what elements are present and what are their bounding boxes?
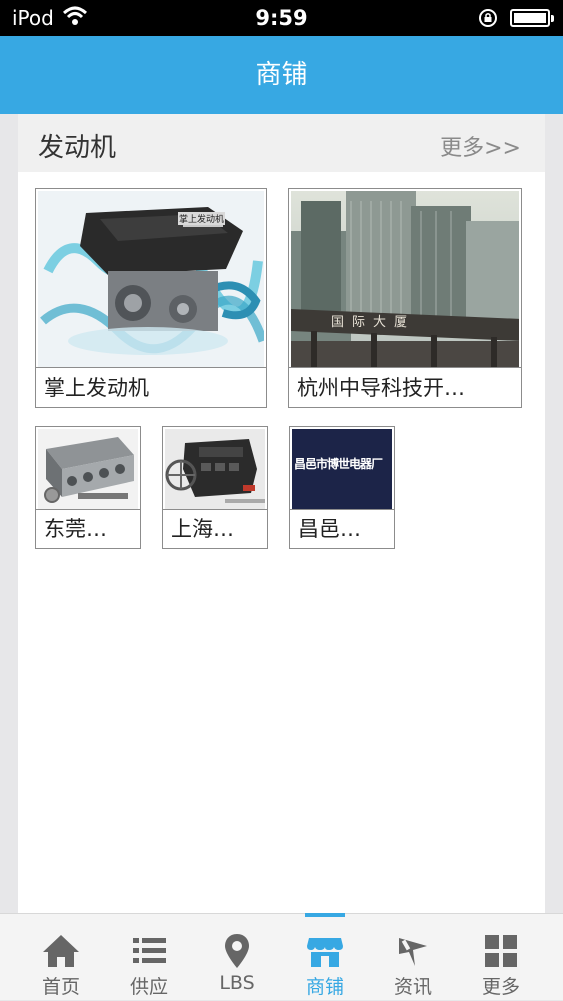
active-tab-indicator xyxy=(305,913,345,917)
page-title: 商铺 xyxy=(255,60,308,90)
grid-icon xyxy=(485,935,517,967)
battery-icon xyxy=(510,9,554,27)
nav-bar: 商铺 xyxy=(0,36,563,114)
home-icon xyxy=(43,935,79,967)
diesel-engine-photo xyxy=(165,429,265,509)
news-icon xyxy=(399,938,427,966)
shop-card[interactable]: 国际大厦 杭州中导科技开… xyxy=(288,188,522,408)
shop-name: 杭州中导科技开… xyxy=(297,376,465,400)
tab-label: 首页 xyxy=(41,976,80,998)
status-bar: iPod 9:59 xyxy=(0,0,563,36)
shop-card[interactable]: 上海… xyxy=(162,426,268,549)
tab-shops[interactable]: 商铺 xyxy=(281,913,369,1001)
shop-icon xyxy=(307,938,343,967)
tab-home[interactable]: 首页 xyxy=(17,914,105,1001)
tab-lbs[interactable]: LBS xyxy=(193,914,281,1001)
shop-card[interactable]: 掌上发动机 掌上发动机 xyxy=(35,188,267,408)
tab-label: 资讯 xyxy=(393,976,432,998)
rotation-lock-icon xyxy=(479,9,497,27)
card-divider xyxy=(36,367,266,368)
shop-name: 上海… xyxy=(171,517,234,541)
tab-more[interactable]: 更多 xyxy=(457,914,545,1001)
tab-label: LBS xyxy=(219,972,255,994)
engine-block-photo xyxy=(38,429,138,509)
location-pin-icon xyxy=(225,934,249,968)
tab-label: 商铺 xyxy=(305,976,344,998)
shop-card[interactable]: 昌邑市博世电器厂 昌邑… xyxy=(289,426,395,549)
content-panel: 发动机 更多>> 掌上发动机 掌上发动机 国际大厦 杭州中导科技开… 东莞… 上… xyxy=(18,114,545,913)
tab-news[interactable]: 资讯 xyxy=(369,914,457,1001)
tab-label: 供应 xyxy=(129,976,168,998)
building-photo: 国际大厦 xyxy=(291,191,519,367)
engine-photo: 掌上发动机 xyxy=(38,191,264,367)
shop-sign: 昌邑市博世电器厂 xyxy=(292,429,392,509)
tab-bar: 首页 供应 LBS 商铺 资讯 更多 xyxy=(0,913,563,1000)
card-divider xyxy=(289,367,521,368)
tab-label: 更多 xyxy=(481,976,520,998)
list-icon xyxy=(133,938,166,963)
section-header: 发动机 更多>> xyxy=(18,114,545,172)
section-title: 发动机 xyxy=(38,133,117,163)
shop-sign-text: 昌邑市博世电器厂 xyxy=(294,457,383,471)
shop-card[interactable]: 东莞… xyxy=(35,426,141,549)
shop-name: 昌邑… xyxy=(298,517,361,541)
engine-photo-caption: 掌上发动机 xyxy=(178,212,226,225)
tab-supply[interactable]: 供应 xyxy=(105,914,193,1001)
shop-name: 东莞… xyxy=(44,517,107,541)
building-sign-text: 国际大厦 xyxy=(331,315,416,330)
more-link[interactable]: 更多>> xyxy=(440,130,521,162)
shop-name: 掌上发动机 xyxy=(44,376,149,400)
